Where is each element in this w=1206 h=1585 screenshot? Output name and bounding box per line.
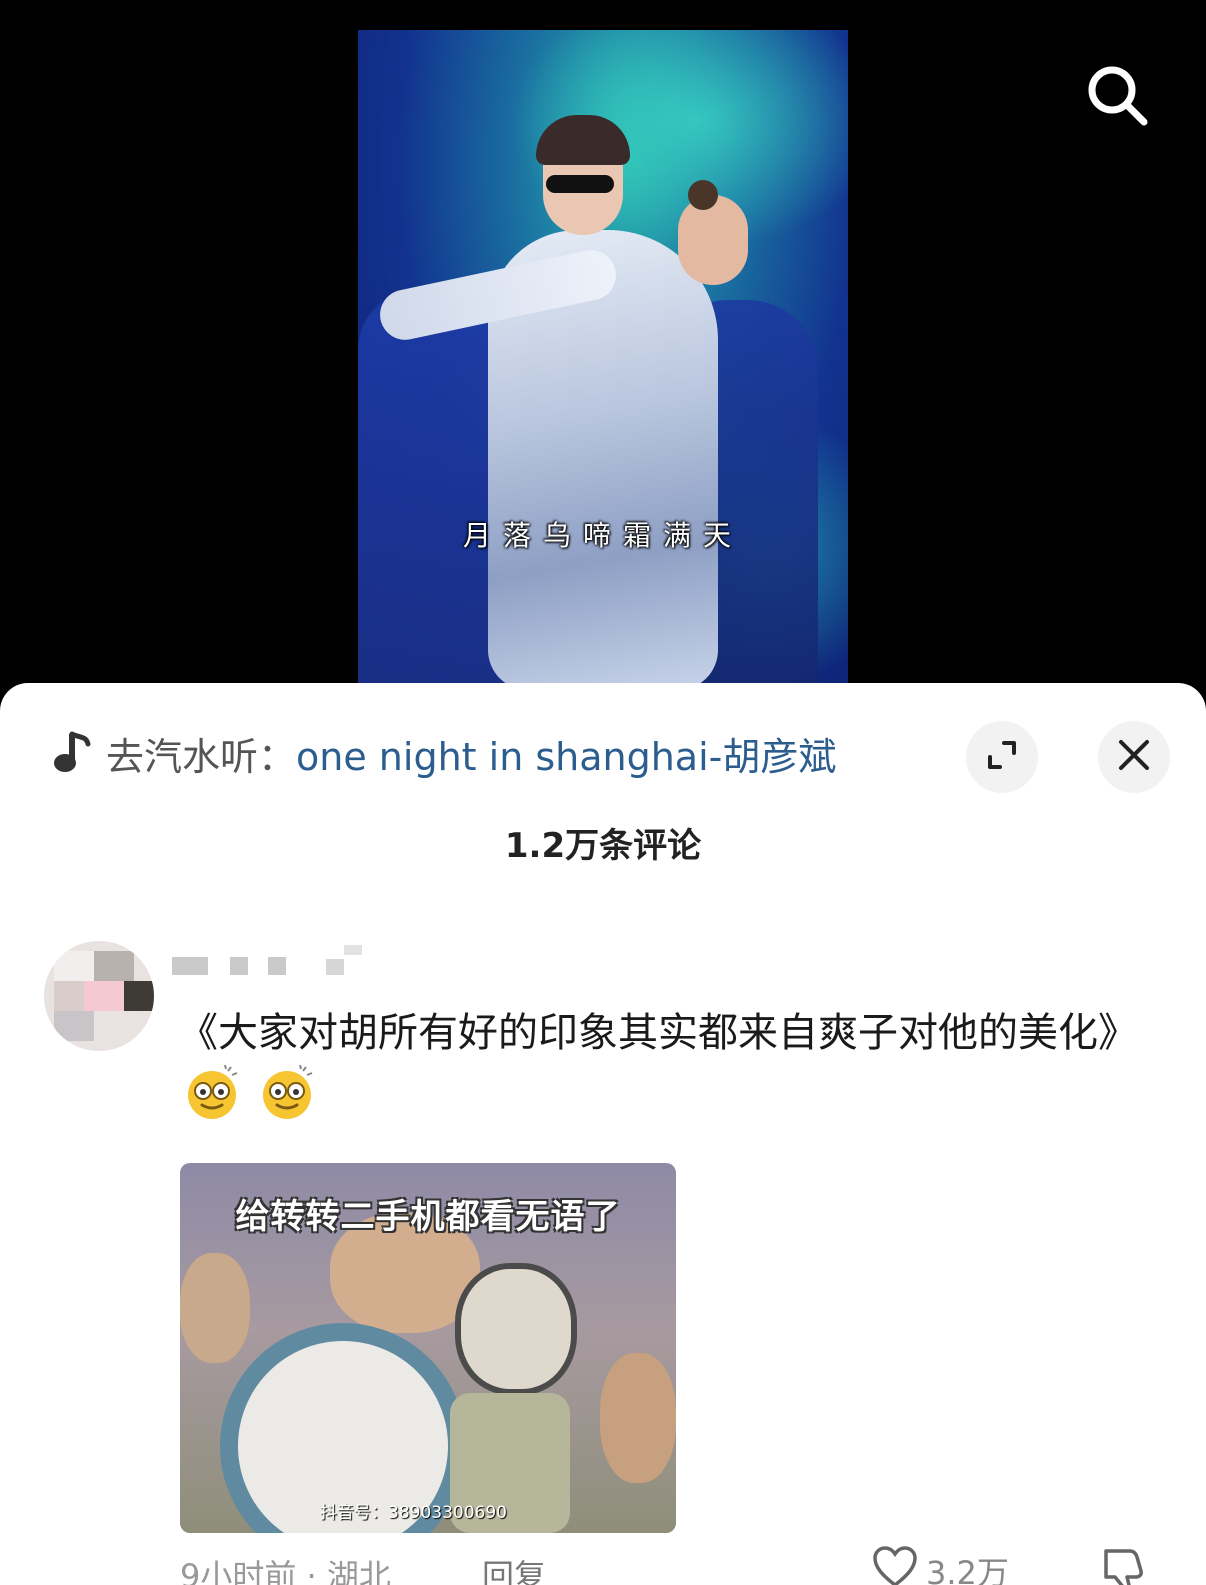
comment-time-location: 9小时前 · 湖北: [180, 1557, 391, 1585]
username-pixelated[interactable]: [172, 945, 402, 975]
like-count: 3.2万: [926, 1554, 1009, 1585]
close-button[interactable]: [1098, 721, 1170, 793]
search-icon[interactable]: [1084, 62, 1154, 132]
sunglasses: [546, 175, 614, 193]
comment-image[interactable]: 给转转二手机都看无语了 抖音号：38903300690: [180, 1163, 676, 1533]
cartoon-face: [600, 1353, 676, 1483]
music-link[interactable]: 去汽水听： one night in shanghai-胡彦斌: [52, 723, 836, 783]
dizzy-eyes-emoji-icon: [184, 1064, 240, 1121]
comments-panel: 去汽水听： one night in shanghai-胡彦斌 1.2万条评论: [0, 683, 1206, 1585]
reply-button[interactable]: 回复: [482, 1551, 546, 1585]
music-title[interactable]: one night in shanghai-胡彦斌: [296, 726, 836, 781]
cartoon-face: [180, 1253, 250, 1363]
dancer-head: [678, 195, 748, 285]
meme-watermark: 抖音号：38903300690: [320, 1503, 507, 1523]
expand-button[interactable]: [966, 721, 1038, 793]
music-prefix: 去汽水听：: [106, 734, 297, 779]
comment-count: 1.2万条评论: [504, 826, 702, 866]
video-player[interactable]: 月落乌啼霜满天: [358, 30, 848, 690]
like-button[interactable]: 3.2万: [872, 1545, 1009, 1585]
comment-text: 《大家对胡所有好的印象其实都来自爽子对他的美化》: [178, 1010, 1138, 1056]
close-icon: [1116, 737, 1152, 777]
comment-body: 《大家对胡所有好的印象其实都来自爽子对他的美化》: [178, 1001, 1158, 1130]
expand-icon: [984, 737, 1020, 777]
video-subtitle: 月落乌啼霜满天: [462, 519, 743, 552]
cartoon-face: [455, 1263, 577, 1395]
meme-caption: 给转转二手机都看无语了: [235, 1197, 621, 1237]
backup-dancer: [358, 290, 508, 690]
dizzy-eyes-emoji-icon: [259, 1064, 315, 1121]
comment-meta: 9小时前 · 湖北 回复 3.2万: [180, 1546, 1180, 1585]
thumbs-down-icon[interactable]: [1100, 1547, 1146, 1585]
music-note-icon: [52, 730, 92, 776]
avatar[interactable]: [44, 941, 154, 1051]
heart-icon: [872, 1545, 918, 1585]
dancer-hair-bun: [688, 180, 718, 210]
screen: 月落乌啼霜满天 去汽水听： one night in shanghai-胡彦斌: [0, 0, 1206, 1585]
